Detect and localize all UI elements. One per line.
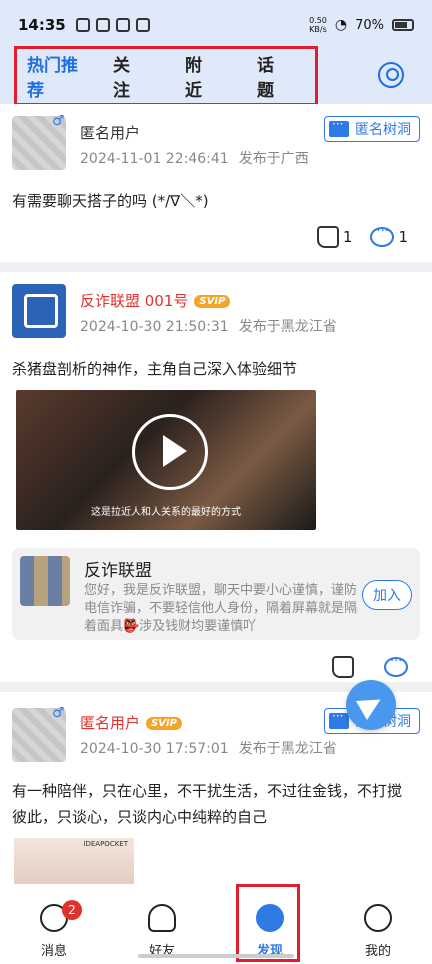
play-icon[interactable] xyxy=(132,414,208,490)
post-username[interactable]: 反诈联盟 001号 SVIP xyxy=(80,290,231,311)
post-username[interactable]: 匿名用户 SVIP xyxy=(80,712,183,733)
post-time: 2024-10-30 17:57:01 xyxy=(80,741,229,757)
username-text: 匿名用户 xyxy=(80,714,141,732)
post-username[interactable]: 匿名用户 xyxy=(80,122,140,143)
nav-label: 我的 xyxy=(364,944,391,959)
thumbs-up-icon[interactable] xyxy=(332,656,354,678)
post-location: 发布于广西 xyxy=(238,151,309,167)
svip-badge: SVIP xyxy=(146,717,183,730)
app-notification-icon xyxy=(95,18,110,32)
post-meta: 2024-11-01 22:46:41 发布于广西 xyxy=(80,148,309,168)
nav-friends[interactable]: 好友 xyxy=(108,884,216,964)
crown-notification-icon xyxy=(115,18,130,32)
comment-button[interactable]: 1 xyxy=(370,224,408,247)
post-actions xyxy=(332,654,408,678)
app-notification-icon xyxy=(75,18,90,32)
post-time: 2024-10-30 21:50:31 xyxy=(80,319,229,335)
group-description: 您好，我是反诈联盟，聊天中要小心谨慎，谨防电信诈骗，不要轻信他人身份，隔着屏幕就… xyxy=(84,583,358,634)
comment-icon xyxy=(370,224,395,247)
like-count: 1 xyxy=(342,227,353,246)
group-card[interactable]: 反诈联盟 您好，我是反诈联盟，聊天中要小心谨慎，谨防电信诈骗，不要轻信他人身份，… xyxy=(12,548,420,640)
video-thumbnail[interactable]: 这是拉近人和人关系的最好的方式 xyxy=(16,390,316,530)
send-post-button[interactable] xyxy=(346,680,396,730)
svip-badge: SVIP xyxy=(194,295,231,308)
status-time: 14:35 xyxy=(18,16,66,34)
group-name: 反诈联盟 xyxy=(84,561,152,581)
post-actions: 1 1 xyxy=(316,224,408,248)
post-text[interactable]: 有需要聊天搭子的吗 (*/∇＼*) xyxy=(12,188,209,214)
post-feed[interactable]: ♂ 匿名用户 匿名树洞 2024-11-01 22:46:41 发布于广西 有需要… xyxy=(0,104,432,884)
status-bar: 14:35 0.50 KB/s ◔ 70% xyxy=(0,0,432,50)
network-speed-unit: KB/s xyxy=(309,25,327,34)
male-icon: ♂ xyxy=(52,113,65,129)
post-meta: 2024-10-30 17:57:01 发布于黑龙江省 xyxy=(80,738,337,758)
friends-icon xyxy=(148,904,176,932)
post-photo[interactable]: IDEAPOCKET xyxy=(14,838,134,884)
username-text: 反诈联盟 001号 xyxy=(80,292,189,310)
join-group-button[interactable]: 加入 xyxy=(362,580,412,610)
post-card[interactable]: 反诈联盟 001号 SVIP 2024-10-30 21:50:31 发布于黑龙江省… xyxy=(0,272,432,682)
top-header: 热门推荐 关注 附近 话题 xyxy=(0,46,432,113)
battery-icon xyxy=(392,19,414,31)
tag-label: 匿名树洞 xyxy=(355,122,411,138)
photo-brand: IDEAPOCKET xyxy=(83,840,128,848)
nav-me[interactable]: 我的 xyxy=(324,884,432,964)
home-indicator[interactable] xyxy=(138,954,294,958)
network-speed: 0.50 KB/s xyxy=(309,16,327,34)
wifi-icon: ◔ xyxy=(334,17,348,33)
video-subtitle: 这是拉近人和人关系的最好的方式 xyxy=(91,507,241,518)
top-tab-bar: 热门推荐 关注 附近 话题 xyxy=(14,46,318,113)
post-text[interactable]: 有一种陪伴，只在心里，不干扰生活，不过往金钱，不打搅 彼此，只谈心，只谈内心中纯… xyxy=(12,778,402,830)
post-text[interactable]: 杀猪盘剖析的神作，主角自己深入体验细节 xyxy=(12,356,297,382)
app-notification-icon xyxy=(135,18,150,32)
chat-bubble-icon xyxy=(329,117,349,137)
post-location: 发布于黑龙江省 xyxy=(238,319,337,335)
post-location: 发布于黑龙江省 xyxy=(238,741,337,757)
unread-badge: 2 xyxy=(62,900,82,920)
nav-messages[interactable]: 消息 2 xyxy=(0,884,108,964)
smiley-icon xyxy=(364,904,392,932)
post-card[interactable]: ♂ 匿名用户 匿名树洞 2024-11-01 22:46:41 发布于广西 有需要… xyxy=(0,104,432,262)
like-button[interactable]: 1 xyxy=(316,226,353,248)
post-meta: 2024-10-30 21:50:31 发布于黑龙江省 xyxy=(80,316,337,336)
comment-count: 1 xyxy=(398,227,408,246)
tab-topics[interactable]: 话题 xyxy=(257,51,289,101)
group-avatar xyxy=(20,556,70,606)
thumbs-up-icon xyxy=(316,226,339,248)
bottom-nav: 消息 2 好友 发现 我的 xyxy=(0,884,432,964)
network-speed-value: 0.50 xyxy=(309,16,327,25)
anonymous-treehole-tag[interactable]: 匿名树洞 xyxy=(324,116,420,142)
male-icon: ♂ xyxy=(52,705,65,721)
nav-highlight xyxy=(236,884,300,962)
tab-nearby[interactable]: 附近 xyxy=(185,51,217,101)
post-text-line: 彼此，只谈心，只谈内心中纯粹的自己 xyxy=(12,808,268,826)
comment-icon[interactable] xyxy=(384,654,408,677)
avatar[interactable] xyxy=(12,284,66,338)
chat-bubble-icon xyxy=(329,709,349,729)
tab-following[interactable]: 关注 xyxy=(113,51,145,101)
tab-recommended[interactable]: 热门推荐 xyxy=(27,51,91,113)
battery-percent: 70% xyxy=(355,17,384,33)
nav-label: 消息 xyxy=(40,944,67,959)
user-settings-icon[interactable] xyxy=(378,62,404,88)
post-text-line: 有一种陪伴，只在心里，不干扰生活，不过往金钱，不打搅 xyxy=(12,782,403,800)
post-time: 2024-11-01 22:46:41 xyxy=(80,151,229,167)
